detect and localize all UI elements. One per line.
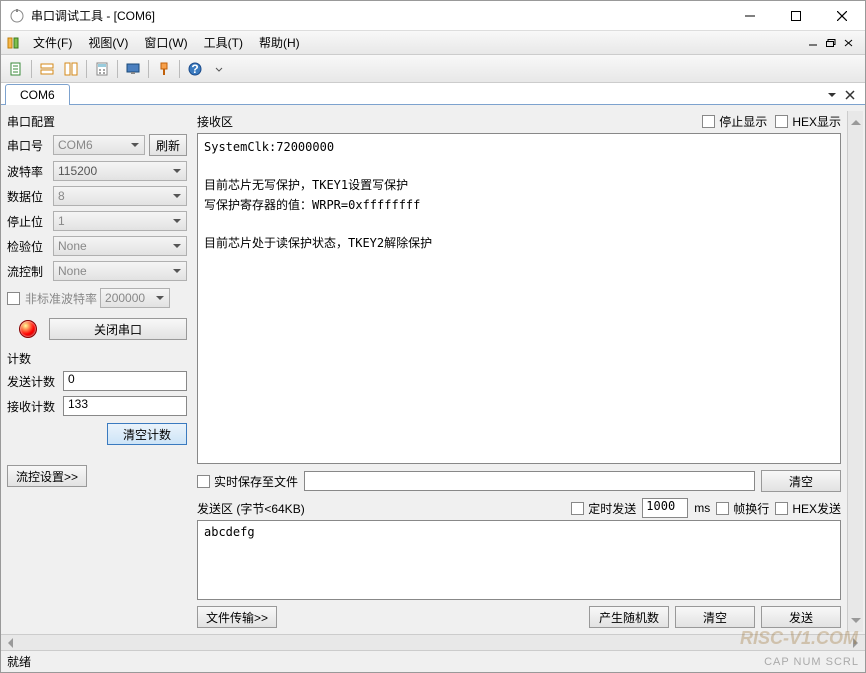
mdi-restore-icon[interactable] <box>823 36 839 50</box>
hex-send-label: HEX发送 <box>792 500 841 517</box>
frame-wrap-label: 帧换行 <box>733 500 769 517</box>
right-panel: 接收区 停止显示 HEX显示 SystemClk:72000000 目前芯片无写… <box>187 111 847 632</box>
nonstandard-baud-checkbox[interactable] <box>7 292 20 305</box>
tool-horiz-tile-icon[interactable] <box>36 58 58 80</box>
minimize-button[interactable] <box>727 1 773 30</box>
clear-recv-button[interactable]: 清空 <box>761 470 841 492</box>
recv-count-input[interactable]: 133 <box>63 396 187 416</box>
tab-com6[interactable]: COM6 <box>5 84 70 105</box>
file-transfer-button[interactable]: 文件传输>> <box>197 606 277 628</box>
ms-label: ms <box>694 501 710 515</box>
connection-status-icon <box>19 320 37 338</box>
serial-config-title: 串口配置 <box>7 111 187 132</box>
tab-close-icon[interactable] <box>843 88 857 102</box>
hex-display-checkbox[interactable] <box>775 115 788 128</box>
port-label: 串口号 <box>7 137 49 154</box>
recv-area-title: 接收区 <box>197 113 233 130</box>
tool-calculator-icon[interactable] <box>91 58 113 80</box>
frame-wrap-checkbox[interactable] <box>716 502 729 515</box>
recv-count-label: 接收计数 <box>7 398 59 415</box>
data-bits-label: 数据位 <box>7 188 49 205</box>
stop-display-checkbox[interactable] <box>702 115 715 128</box>
save-file-path-input[interactable] <box>304 471 755 491</box>
stop-bits-select[interactable]: 1 <box>53 211 187 231</box>
timed-send-label: 定时发送 <box>588 500 636 517</box>
svg-text:?: ? <box>191 62 198 76</box>
hex-send-checkbox[interactable] <box>775 502 788 515</box>
send-count-input[interactable]: 0 <box>63 371 187 391</box>
close-button[interactable] <box>819 1 865 30</box>
toolbar: ? <box>1 55 865 83</box>
tabstrip: COM6 <box>1 83 865 105</box>
send-button[interactable]: 发送 <box>761 606 841 628</box>
content-area: 串口配置 串口号 COM6 刷新 波特率 115200 数据位 8 停止位 1 … <box>1 105 865 634</box>
send-count-label: 发送计数 <box>7 373 59 390</box>
close-port-button[interactable]: 关闭串口 <box>49 318 187 340</box>
tool-dropdown-icon[interactable] <box>208 58 230 80</box>
send-area-title: 发送区 (字节<64KB) <box>197 500 305 517</box>
menu-view[interactable]: 视图(V) <box>80 31 136 54</box>
nonstandard-baud-select[interactable]: 200000 <box>100 288 170 308</box>
menu-window[interactable]: 窗口(W) <box>136 31 195 54</box>
interval-input[interactable]: 1000 <box>642 498 688 518</box>
menu-file[interactable]: 文件(F) <box>25 31 80 54</box>
receive-textarea[interactable]: SystemClk:72000000 目前芯片无写保护，TKEY1设置写保护 写… <box>197 133 841 464</box>
mdi-minimize-icon[interactable] <box>805 36 821 50</box>
titlebar: 串口调试工具 - [COM6] <box>1 1 865 31</box>
status-text: 就绪 <box>7 653 31 670</box>
tool-new-icon[interactable] <box>5 58 27 80</box>
counter-title: 计数 <box>7 348 187 369</box>
parity-label: 检验位 <box>7 238 49 255</box>
mdi-close-icon[interactable] <box>841 36 857 50</box>
tool-pin-icon[interactable] <box>153 58 175 80</box>
scroll-left-icon[interactable] <box>3 638 13 648</box>
save-to-file-label: 实时保存至文件 <box>214 473 298 490</box>
menu-tools[interactable]: 工具(T) <box>196 31 251 54</box>
tool-vert-tile-icon[interactable] <box>60 58 82 80</box>
maximize-button[interactable] <box>773 1 819 30</box>
send-textarea[interactable]: abcdefg <box>197 520 841 600</box>
clear-count-button[interactable]: 清空计数 <box>107 423 187 445</box>
horizontal-scrollbar[interactable] <box>1 634 865 650</box>
left-panel: 串口配置 串口号 COM6 刷新 波特率 115200 数据位 8 停止位 1 … <box>7 111 187 632</box>
flow-settings-button[interactable]: 流控设置>> <box>7 465 87 487</box>
save-to-file-checkbox[interactable] <box>197 475 210 488</box>
app-icon <box>9 8 25 24</box>
scroll-right-icon[interactable] <box>853 638 863 648</box>
nonstandard-baud-label: 非标准波特率 <box>25 290 97 307</box>
tool-help-icon[interactable]: ? <box>184 58 206 80</box>
parity-select[interactable]: None <box>53 236 187 256</box>
port-select[interactable]: COM6 <box>53 135 145 155</box>
hex-display-label: HEX显示 <box>792 113 841 130</box>
baud-label: 波特率 <box>7 163 49 180</box>
window-title: 串口调试工具 - [COM6] <box>31 7 727 24</box>
stop-display-label: 停止显示 <box>719 113 767 130</box>
clear-send-button[interactable]: 清空 <box>675 606 755 628</box>
refresh-button[interactable]: 刷新 <box>149 134 187 156</box>
menu-help[interactable]: 帮助(H) <box>251 31 308 54</box>
tab-menu-icon[interactable] <box>825 88 839 102</box>
data-bits-select[interactable]: 8 <box>53 186 187 206</box>
stop-bits-label: 停止位 <box>7 213 49 230</box>
baud-select[interactable]: 115200 <box>53 161 187 181</box>
status-locks: CAP NUM SCRL <box>764 656 859 668</box>
vertical-scrollbar[interactable] <box>847 111 863 632</box>
menubar: 文件(F) 视图(V) 窗口(W) 工具(T) 帮助(H) <box>1 31 865 55</box>
statusbar: 就绪 CAP NUM SCRL <box>1 650 865 672</box>
timed-send-checkbox[interactable] <box>571 502 584 515</box>
menubar-grip-icon <box>5 34 21 52</box>
flow-control-label: 流控制 <box>7 263 49 280</box>
flow-control-select[interactable]: None <box>53 261 187 281</box>
generate-random-button[interactable]: 产生随机数 <box>589 606 669 628</box>
tool-monitor-icon[interactable] <box>122 58 144 80</box>
